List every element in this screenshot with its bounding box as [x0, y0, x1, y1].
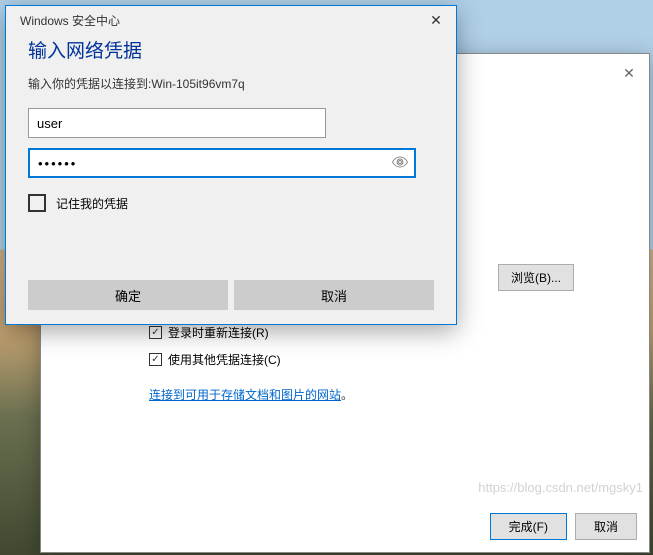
username-input[interactable]: [28, 108, 326, 138]
cancel-button[interactable]: 取消: [234, 280, 434, 310]
browse-button[interactable]: 浏览(B)...: [498, 264, 574, 291]
different-credentials-checkbox-row[interactable]: 使用其他凭据连接(C): [149, 351, 629, 368]
remember-checkbox[interactable]: [28, 194, 46, 212]
finish-button[interactable]: 完成(F): [490, 513, 567, 540]
period-text: 。: [341, 388, 353, 402]
dialog-subtext: 输入你的凭据以连接到:Win-105it96vm7q: [28, 75, 434, 92]
close-icon[interactable]: ✕: [621, 66, 637, 82]
dialog-title: Windows 安全中心: [20, 12, 120, 29]
ok-button[interactable]: 确定: [28, 280, 228, 310]
checkbox-icon[interactable]: [149, 353, 162, 366]
remember-checkbox-label: 记住我的凭据: [56, 195, 128, 212]
website-link[interactable]: 连接到可用于存储文档和图片的网站: [149, 388, 341, 402]
different-credentials-checkbox-label: 使用其他凭据连接(C): [168, 351, 281, 368]
reconnect-checkbox-row[interactable]: 登录时重新连接(R): [149, 324, 629, 341]
password-input[interactable]: [28, 148, 416, 178]
close-icon[interactable]: ✕: [416, 8, 456, 32]
dialog-titlebar: Windows 安全中心 ✕: [6, 6, 456, 30]
credential-dialog: Windows 安全中心 ✕ 输入网络凭据 输入你的凭据以连接到:Win-105…: [5, 5, 457, 325]
checkbox-icon[interactable]: [149, 326, 162, 339]
reconnect-checkbox-label: 登录时重新连接(R): [168, 324, 269, 341]
cancel-button[interactable]: 取消: [575, 513, 637, 540]
reveal-password-icon[interactable]: [392, 155, 408, 171]
dialog-heading: 输入网络凭据: [28, 36, 434, 63]
